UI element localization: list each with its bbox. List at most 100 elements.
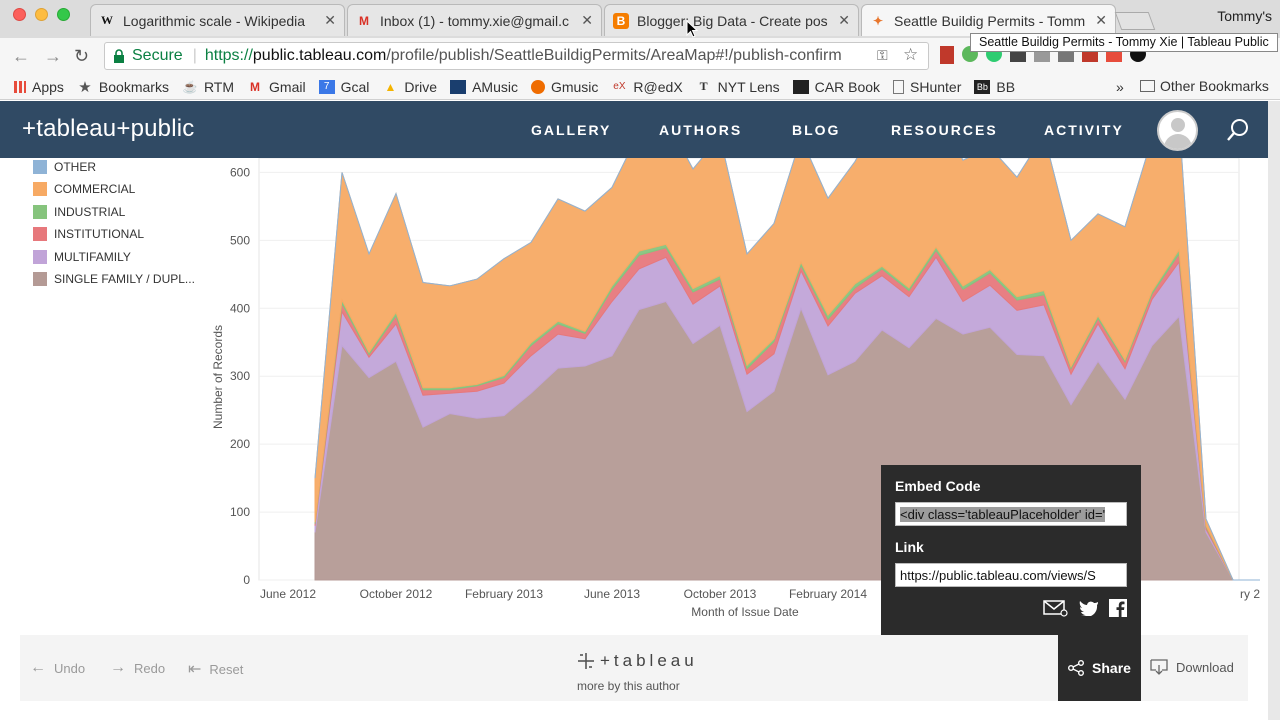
reset-button[interactable]: ⇤ Reset xyxy=(188,659,243,679)
browser-tab-blogger[interactable]: B Blogger: Big Data - Create pos ✕ xyxy=(604,4,859,36)
bookmark-redx[interactable]: eX R@edX xyxy=(611,79,682,95)
minimize-window-button[interactable] xyxy=(35,8,48,21)
redo-button[interactable]: → Redo xyxy=(110,659,165,677)
bookmark-shunter[interactable]: SHunter xyxy=(893,79,961,95)
browser-tab-tableau[interactable]: ✦ Seattle Buildig Permits - Tomm ✕ xyxy=(861,4,1116,36)
bookmark-label: RTM xyxy=(203,78,235,95)
more-by-author-link[interactable]: more by this author xyxy=(577,679,680,693)
legend-swatch xyxy=(33,205,47,219)
nav-blog[interactable]: BLOG xyxy=(792,122,840,138)
legend-item-industrial[interactable]: INDUSTRIAL xyxy=(33,205,125,219)
nav-resources[interactable]: RESOURCES xyxy=(891,122,998,138)
link-field[interactable]: https://public.tableau.com/views/S xyxy=(895,563,1127,587)
extension-icon[interactable] xyxy=(940,46,954,64)
legend-label: OTHER xyxy=(54,160,96,174)
close-tab-icon[interactable]: ✕ xyxy=(1095,12,1107,29)
legend-item-other[interactable]: OTHER xyxy=(33,160,96,174)
legend-item-single-family[interactable]: SINGLE FAMILY / DUPL... xyxy=(33,272,195,286)
forward-arrow-icon[interactable]: → xyxy=(44,46,62,67)
url-path: /profile/publish/SeattleBuildigPermits/A… xyxy=(386,47,842,64)
email-share-icon[interactable] xyxy=(1043,599,1069,617)
legend-swatch xyxy=(33,227,47,241)
close-window-button[interactable] xyxy=(13,8,26,21)
nyt-icon: T xyxy=(699,79,708,93)
share-popup: Embed Code <div class='tableauPlaceholde… xyxy=(881,465,1141,635)
gmail-icon: M xyxy=(250,79,261,94)
tableau-wordmark: +tableau xyxy=(600,651,698,670)
url-divider: | xyxy=(192,47,197,64)
bookmark-label: Gmusic xyxy=(550,78,599,95)
twitter-icon[interactable] xyxy=(1079,600,1099,616)
reload-icon[interactable]: ↻ xyxy=(74,46,89,67)
legend-item-multifamily[interactable]: MULTIFAMILY xyxy=(33,250,131,264)
secure-label: Secure xyxy=(132,47,183,64)
url-prefix: https:// xyxy=(204,47,253,64)
key-icon[interactable]: ⚿ xyxy=(877,47,888,64)
browser-tab-wikipedia[interactable]: W Logarithmic scale - Wikipedia ✕ xyxy=(90,4,345,36)
back-arrow-icon[interactable]: ← xyxy=(12,46,30,67)
bookmark-label: Other Bookmarks xyxy=(1160,78,1269,94)
close-tab-icon[interactable]: ✕ xyxy=(581,12,593,29)
browser-tab-gmail[interactable]: M Inbox (1) - tommy.xie@gmail.c ✕ xyxy=(347,4,602,36)
maximize-window-button[interactable] xyxy=(57,8,70,21)
bookmark-rtm[interactable]: ☕ RTM xyxy=(182,79,234,95)
legend-item-institutional[interactable]: INSTITUTIONAL xyxy=(33,227,144,241)
bookmark-label: Gcal xyxy=(340,78,370,95)
other-bookmarks-folder[interactable]: Other Bookmarks xyxy=(1140,78,1269,94)
search-icon[interactable] xyxy=(1226,118,1250,142)
nav-gallery[interactable]: GALLERY xyxy=(531,122,611,138)
mouse-cursor-icon xyxy=(686,20,699,38)
bookmark-bookmarks[interactable]: ★ Bookmarks xyxy=(77,79,169,96)
bookmark-gmusic[interactable]: Gmusic xyxy=(530,78,599,95)
new-tab-button[interactable] xyxy=(1114,12,1156,30)
bookmark-drive[interactable]: ▲ Drive xyxy=(382,79,437,95)
tab-title: Seattle Buildig Permits - Tomm xyxy=(894,12,1086,29)
close-tab-icon[interactable]: ✕ xyxy=(324,12,336,29)
bookmark-gcal[interactable]: 7 Gcal xyxy=(318,78,370,95)
undo-button[interactable]: ← Undo xyxy=(30,659,85,677)
bookmark-nyt-lens[interactable]: T NYT Lens xyxy=(696,79,780,95)
bookmark-amusic[interactable]: AMusic xyxy=(450,79,518,95)
undo-label: Undo xyxy=(54,660,86,676)
nav-activity[interactable]: ACTIVITY xyxy=(1044,122,1124,138)
download-label: Download xyxy=(1176,659,1234,675)
bookmark-label: SHunter xyxy=(910,78,962,95)
bookmark-label: Drive xyxy=(404,78,438,95)
more-bookmarks-chevron[interactable]: » xyxy=(1116,79,1124,95)
embed-code-field[interactable]: <div class='tableauPlaceholder' id=' xyxy=(895,502,1127,526)
legend-swatch xyxy=(33,250,47,264)
link-value: https://public.tableau.com/views/S xyxy=(900,568,1096,583)
page-scrollbar[interactable] xyxy=(1268,101,1280,720)
tableau-logo[interactable]: +tableau xyxy=(576,651,698,671)
close-tab-icon[interactable]: ✕ xyxy=(838,12,850,29)
facebook-icon[interactable] xyxy=(1109,599,1127,617)
legend-item-commercial[interactable]: COMMERCIAL xyxy=(33,182,135,196)
document-icon xyxy=(893,79,905,94)
apps-grid-icon xyxy=(14,80,26,93)
bookmark-star-icon[interactable]: ☆ xyxy=(903,45,918,65)
bookmark-label: BB xyxy=(996,78,1016,95)
bookmark-bb[interactable]: Bb BB xyxy=(974,79,1015,95)
wikipedia-icon: W xyxy=(101,13,113,27)
share-button[interactable]: Share xyxy=(1058,635,1141,701)
y-tick-label: 300 xyxy=(230,369,250,383)
gmail-icon: M xyxy=(359,13,369,28)
bookmark-car-book[interactable]: CAR Book xyxy=(792,79,880,95)
address-bar[interactable]: Secure | https://public.tableau.com/prof… xyxy=(104,42,929,70)
download-button[interactable]: Download xyxy=(1150,659,1234,675)
site-header: +tableau+public GALLERY AUTHORS BLOG RES… xyxy=(0,101,1268,158)
bookmark-apps[interactable]: Apps xyxy=(14,79,64,95)
nav-authors[interactable]: AUTHORS xyxy=(659,122,742,138)
redo-arrow-icon: → xyxy=(110,659,126,676)
profile-name[interactable]: Tommy's xyxy=(1217,8,1272,24)
user-avatar[interactable] xyxy=(1157,110,1198,151)
bookmark-label: NYT Lens xyxy=(717,78,780,95)
x-tick-label: October 2012 xyxy=(360,587,433,601)
y-tick-label: 100 xyxy=(230,505,250,519)
y-axis-title: Number of Records xyxy=(211,325,225,429)
bookmark-label: AMusic xyxy=(472,78,518,95)
legend-label: MULTIFAMILY xyxy=(54,250,131,264)
download-icon xyxy=(1150,659,1168,675)
tableau-public-logo[interactable]: +tableau+public xyxy=(22,115,194,143)
bookmark-gmail[interactable]: M Gmail xyxy=(247,79,306,95)
